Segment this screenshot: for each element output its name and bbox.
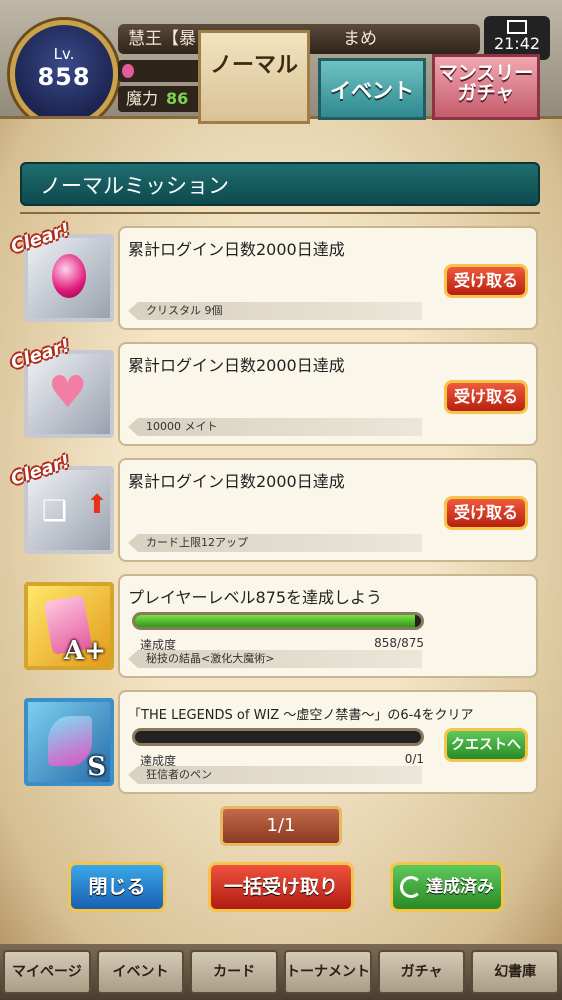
- go-to-quest-button[interactable]: クエストへ: [444, 728, 528, 762]
- mission-reward: 秘技の結晶<激化大魔術>: [128, 650, 422, 668]
- nav-tournament[interactable]: トーナメント: [284, 950, 372, 994]
- progress-fill: [135, 615, 416, 627]
- mission-title: 累計ログイン日数2000日達成: [128, 356, 345, 375]
- player-nickname: まめ: [343, 29, 377, 49]
- mission-title: プレイヤーレベル875を達成しよう: [128, 588, 383, 607]
- nav-event[interactable]: イベント: [96, 950, 185, 994]
- mission-title: 累計ログイン日数2000日達成: [128, 472, 345, 491]
- progress-bar: [132, 612, 424, 630]
- player-title: 慧王【暴: [128, 29, 196, 49]
- mission-card: 「THE LEGENDS of WIZ 〜虚空ノ禁書〜」の6-4をクリア 達成度…: [118, 690, 538, 794]
- mission-row: ♥ Clear! 累計ログイン日数2000日達成 受け取る 10000 メイト: [0, 335, 562, 446]
- rank-label: A+: [64, 636, 106, 666]
- receive-button[interactable]: 受け取る: [444, 264, 528, 298]
- mission-card: 累計ログイン日数2000日達成 受け取る 10000 メイト: [118, 342, 538, 446]
- mission-reward: クリスタル 9個: [128, 302, 422, 320]
- progress-value: 858/875: [374, 636, 424, 650]
- tab-event[interactable]: イベント: [318, 58, 426, 120]
- completed-label: 達成済み: [426, 877, 494, 897]
- skill-crystal-icon: A+: [24, 582, 114, 670]
- page-indicator[interactable]: 1/1: [220, 806, 342, 846]
- divider: [20, 212, 540, 214]
- nav-card[interactable]: カード: [190, 950, 279, 994]
- magic-label: 魔力: [126, 89, 159, 108]
- gem-icon: [122, 64, 134, 78]
- refresh-icon: [400, 876, 422, 898]
- progress-value: 0/1: [404, 752, 424, 766]
- close-button[interactable]: 閉じる: [68, 862, 166, 912]
- mission-reward: 狂信者のペン: [128, 766, 422, 784]
- mission-card: 累計ログイン日数2000日達成 受け取る カード上限12アップ: [118, 458, 538, 562]
- mission-title: 累計ログイン日数2000日達成: [128, 240, 345, 259]
- receive-button[interactable]: 受け取る: [444, 496, 528, 530]
- nav-gacha[interactable]: ガチャ: [377, 950, 466, 994]
- gem-bar: [118, 60, 208, 82]
- level-value: 858: [37, 63, 91, 91]
- nav-mypage[interactable]: マイページ: [3, 950, 91, 994]
- level-label: Lv.: [53, 45, 75, 63]
- receive-button[interactable]: 受け取る: [444, 380, 528, 414]
- mission-title: 「THE LEGENDS of WIZ 〜虚空ノ禁書〜」の6-4をクリア: [128, 708, 474, 723]
- bottom-navigation: マイページ イベント カード トーナメント ガチャ 幻書庫: [0, 944, 562, 1000]
- mission-reward: 10000 メイト: [128, 418, 422, 436]
- mission-row: Clear! 累計ログイン日数2000日達成 受け取る クリスタル 9個: [0, 219, 562, 330]
- mission-row: S 「THE LEGENDS of WIZ 〜虚空ノ禁書〜」の6-4をクリア 達…: [0, 690, 562, 794]
- nav-library[interactable]: 幻書庫: [471, 950, 560, 994]
- receive-all-button[interactable]: 一括受け取り: [208, 862, 354, 912]
- tab-monthly-gacha[interactable]: マンスリーガチャ: [432, 54, 540, 120]
- completed-button[interactable]: 達成済み: [390, 862, 504, 912]
- mission-reward: カード上限12アップ: [128, 534, 422, 552]
- progress-bar: [132, 728, 424, 746]
- mission-row: A+ プレイヤーレベル875を達成しよう 達成度 858/875 秘技の結晶<激…: [0, 574, 562, 678]
- section-title: ノーマルミッション: [20, 162, 540, 206]
- clock: 21:42: [493, 34, 541, 53]
- magic-value: 86: [166, 89, 189, 108]
- battery-icon: [507, 20, 527, 34]
- mission-row: ❑ ⬆ Clear! 累計ログイン日数2000日達成 受け取る カード上限12アッ…: [0, 451, 562, 562]
- mission-card: プレイヤーレベル875を達成しよう 達成度 858/875 秘技の結晶<激化大魔…: [118, 574, 538, 678]
- magic-bar: 魔力 86: [118, 86, 208, 112]
- level-badge[interactable]: Lv. 858: [10, 20, 118, 128]
- mission-card: 累計ログイン日数2000日達成 受け取る クリスタル 9個: [118, 226, 538, 330]
- rank-label: S: [87, 752, 106, 782]
- feather-pen-icon: S: [24, 698, 114, 786]
- tab-normal[interactable]: ノーマル: [198, 30, 310, 124]
